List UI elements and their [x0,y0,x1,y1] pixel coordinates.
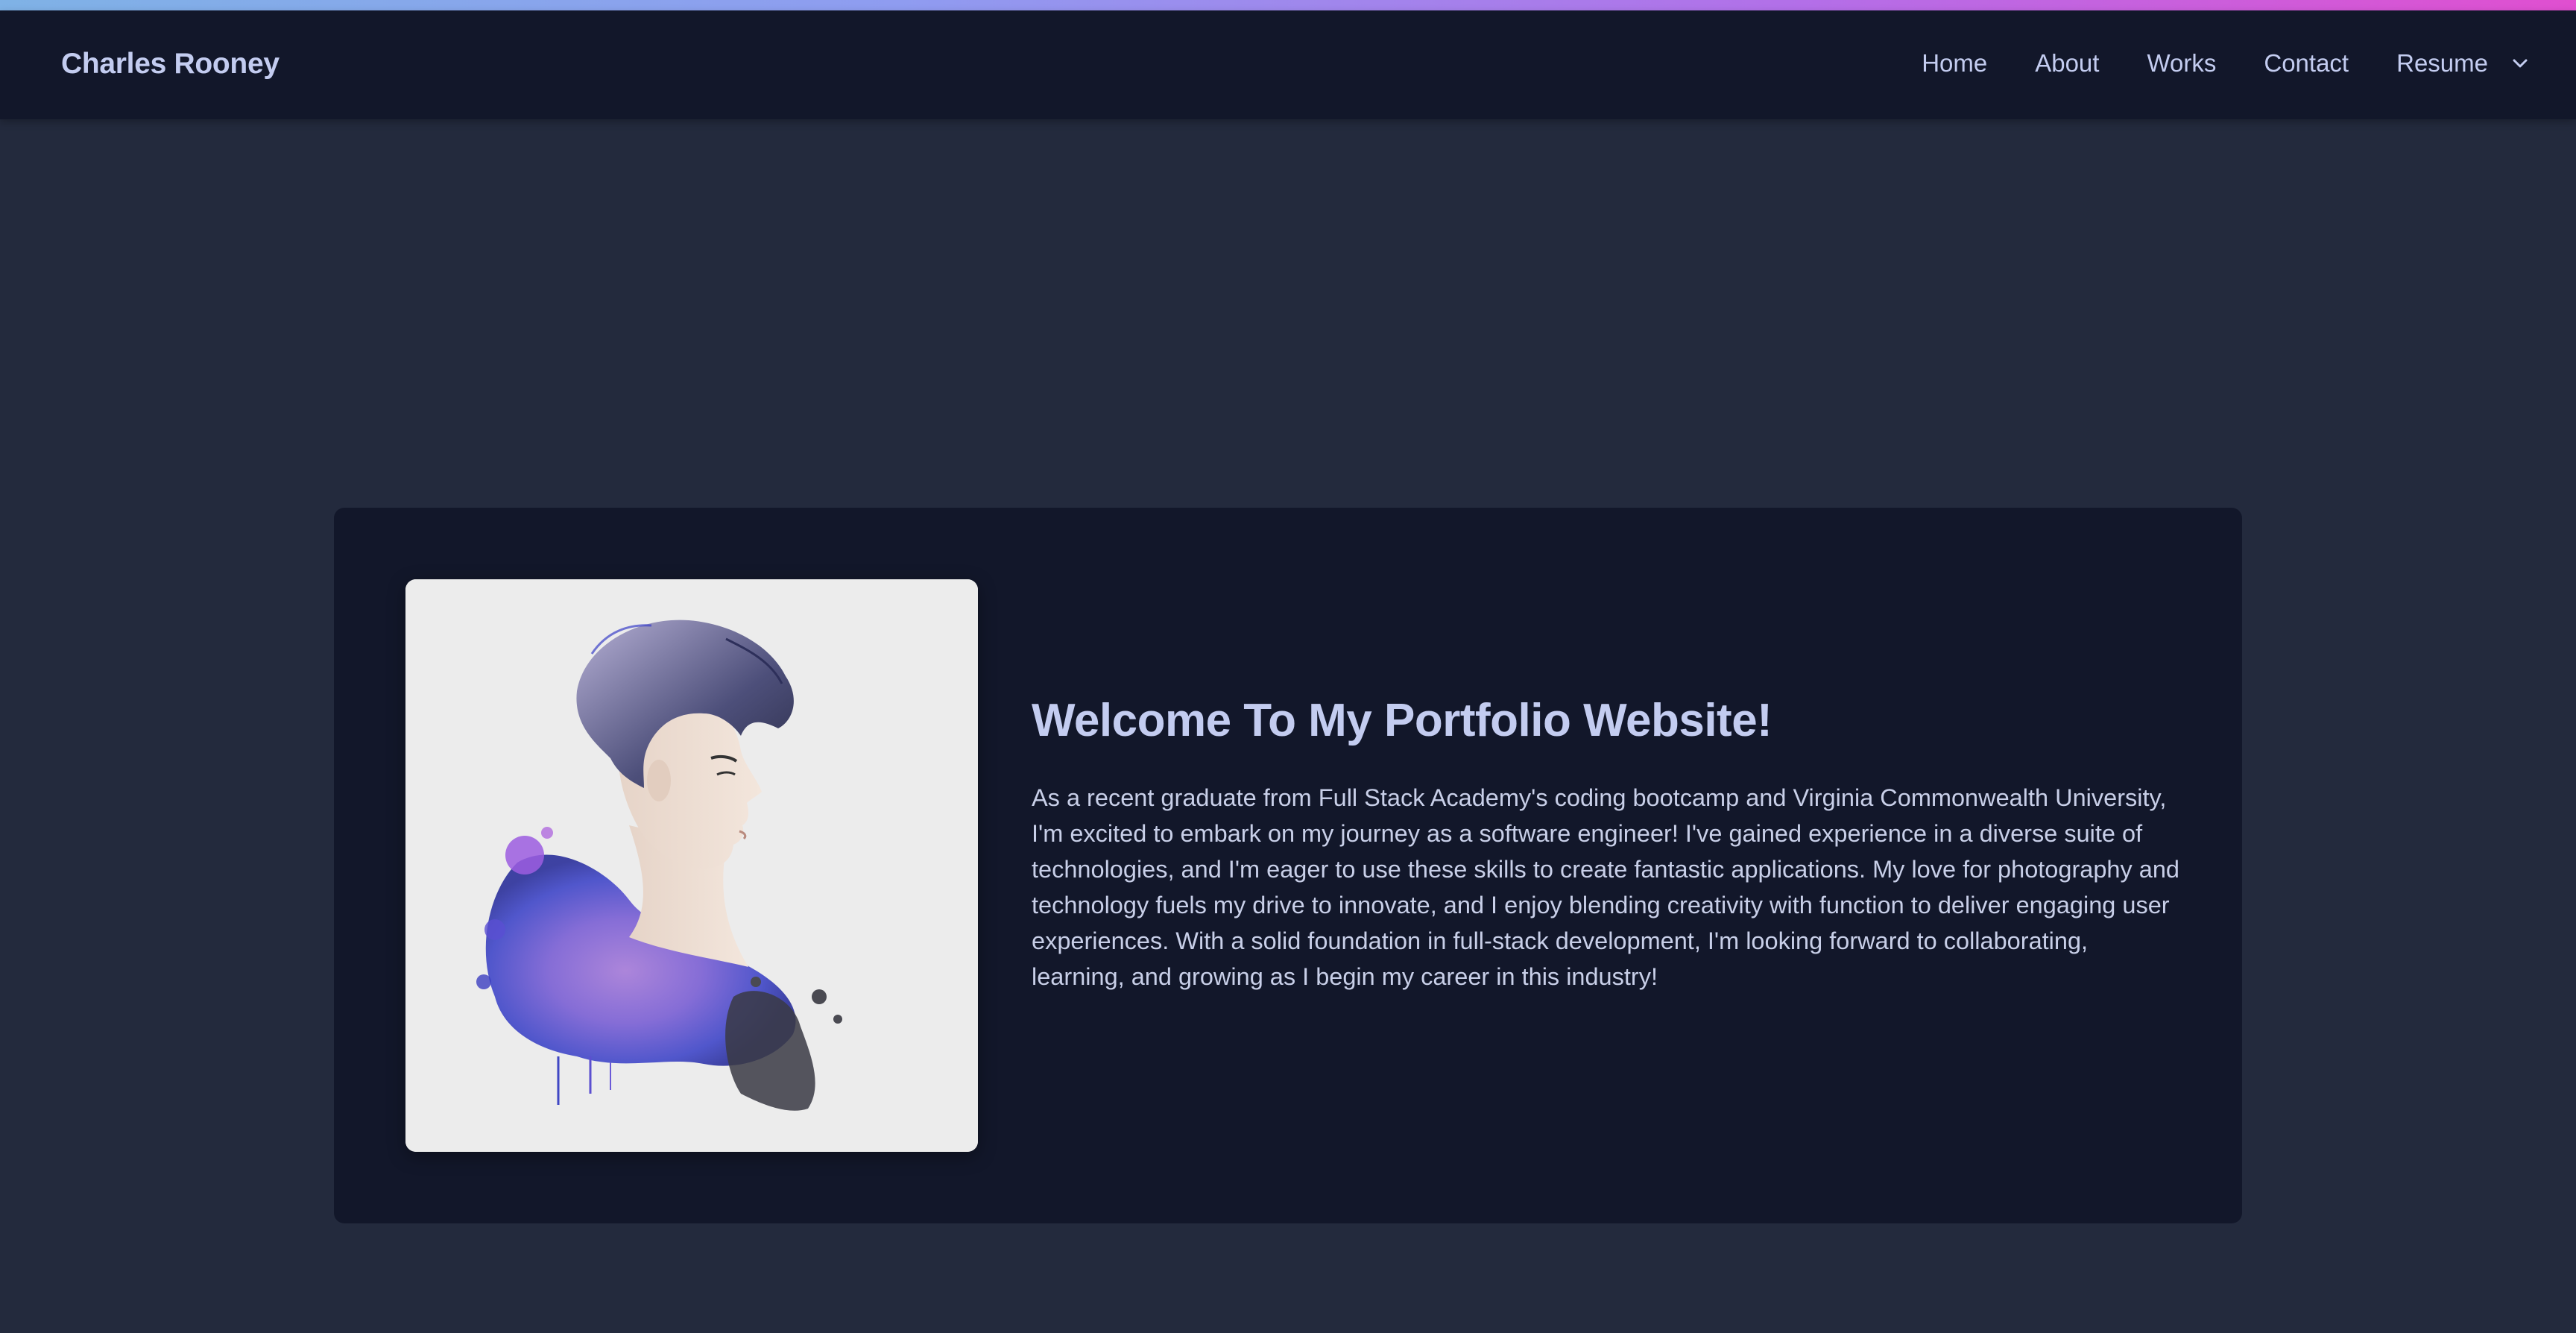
top-accent-bar [0,0,2576,10]
intro-text-block: Welcome To My Portfolio Website! As a re… [1032,694,2179,995]
main-nav: Home About Works Contact Resume [1874,49,2530,78]
nav-link-about[interactable]: About [2035,49,2099,78]
intro-card: Welcome To My Portfolio Website! As a re… [334,508,2242,1223]
brand-logo-text[interactable]: Charles Rooney [61,48,280,81]
nav-link-works[interactable]: Works [2147,49,2216,78]
nav-resume-label: Resume [2396,49,2488,77]
page-title: Welcome To My Portfolio Website! [1032,695,1772,746]
nav-link-home[interactable]: Home [1922,49,1987,78]
watercolor-portrait-illustration [405,579,978,1152]
chevron-down-icon [2510,54,2530,73]
profile-portrait-image [405,579,978,1152]
intro-paragraph: As a recent graduate from Full Stack Aca… [1032,784,2180,990]
nav-resume-dropdown[interactable]: Resume [2396,49,2530,78]
nav-link-contact[interactable]: Contact [2264,49,2349,78]
navbar: Charles Rooney Home About Works Contact … [0,10,2576,119]
